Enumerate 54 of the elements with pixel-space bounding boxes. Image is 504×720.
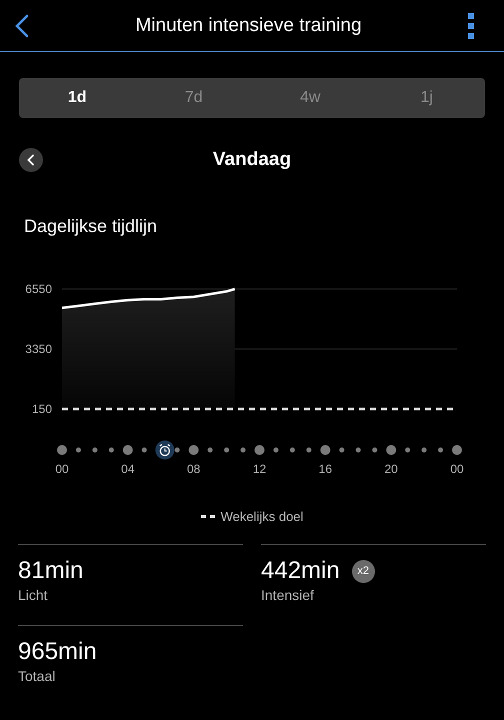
- alarm-icon: [155, 440, 174, 460]
- x-axis-label: 12: [252, 462, 266, 476]
- hour-dot: [92, 448, 98, 452]
- back-icon[interactable]: [15, 14, 29, 38]
- hour-dot: [306, 448, 312, 452]
- hour-dot: [273, 448, 278, 452]
- hour-dot: [142, 448, 147, 452]
- stat-label: Totaal: [18, 668, 56, 684]
- period-tab[interactable]: 7d: [136, 78, 252, 118]
- hour-dot: [290, 448, 295, 452]
- y-axis-label: 6550: [25, 282, 52, 296]
- hour-dot: [372, 448, 378, 452]
- stat-value: 442min: [261, 557, 340, 585]
- y-axis-label: 3350: [25, 342, 52, 356]
- hour-dot: [405, 448, 410, 452]
- y-axis-label: 150: [32, 402, 52, 416]
- hour-dot: [108, 448, 114, 452]
- multiplier-badge: x2: [352, 560, 375, 582]
- x-axis-label: 08: [186, 462, 200, 476]
- x-axis-label: 00: [55, 462, 69, 476]
- hour-dot: [174, 448, 180, 452]
- period-title: Vandaag: [212, 149, 292, 171]
- hour-dot: [320, 445, 330, 455]
- period-tab[interactable]: 1j: [368, 78, 485, 118]
- hour-dot: [224, 448, 230, 452]
- hour-dot: [76, 448, 81, 452]
- stat-label: Intensief: [261, 587, 315, 603]
- previous-icon[interactable]: [19, 148, 43, 172]
- stat-value: 965min: [18, 638, 97, 666]
- hour-dot: [240, 448, 246, 452]
- dashed-line-icon: [200, 515, 215, 518]
- x-axis-label: 20: [384, 462, 398, 476]
- hour-dot: [122, 445, 133, 455]
- stat-value: 81min: [18, 557, 84, 585]
- hour-dot: [422, 448, 427, 452]
- hour-dot: [254, 445, 264, 455]
- legend-label: Wekelijks doel: [220, 509, 304, 524]
- more-icon[interactable]: [468, 12, 474, 38]
- hour-dot: [386, 445, 396, 455]
- hour-dot: [452, 445, 462, 455]
- stat-label: Licht: [18, 587, 49, 603]
- hour-dot: [356, 448, 361, 452]
- period-tab[interactable]: 1d: [19, 78, 136, 118]
- page-title: Minuten intensieve training: [135, 14, 362, 36]
- x-axis-label: 04: [121, 462, 135, 476]
- hour-dot: [57, 445, 67, 455]
- hour-dot: [339, 448, 344, 452]
- x-axis-label: 00: [450, 462, 464, 476]
- hour-dot: [438, 448, 444, 452]
- x-axis-label: 16: [318, 462, 332, 476]
- period-tab[interactable]: 4w: [252, 78, 368, 118]
- hour-dot: [208, 448, 213, 452]
- hour-dot: [188, 445, 199, 455]
- section-title: Dagelijkse tijdlijn: [24, 216, 158, 237]
